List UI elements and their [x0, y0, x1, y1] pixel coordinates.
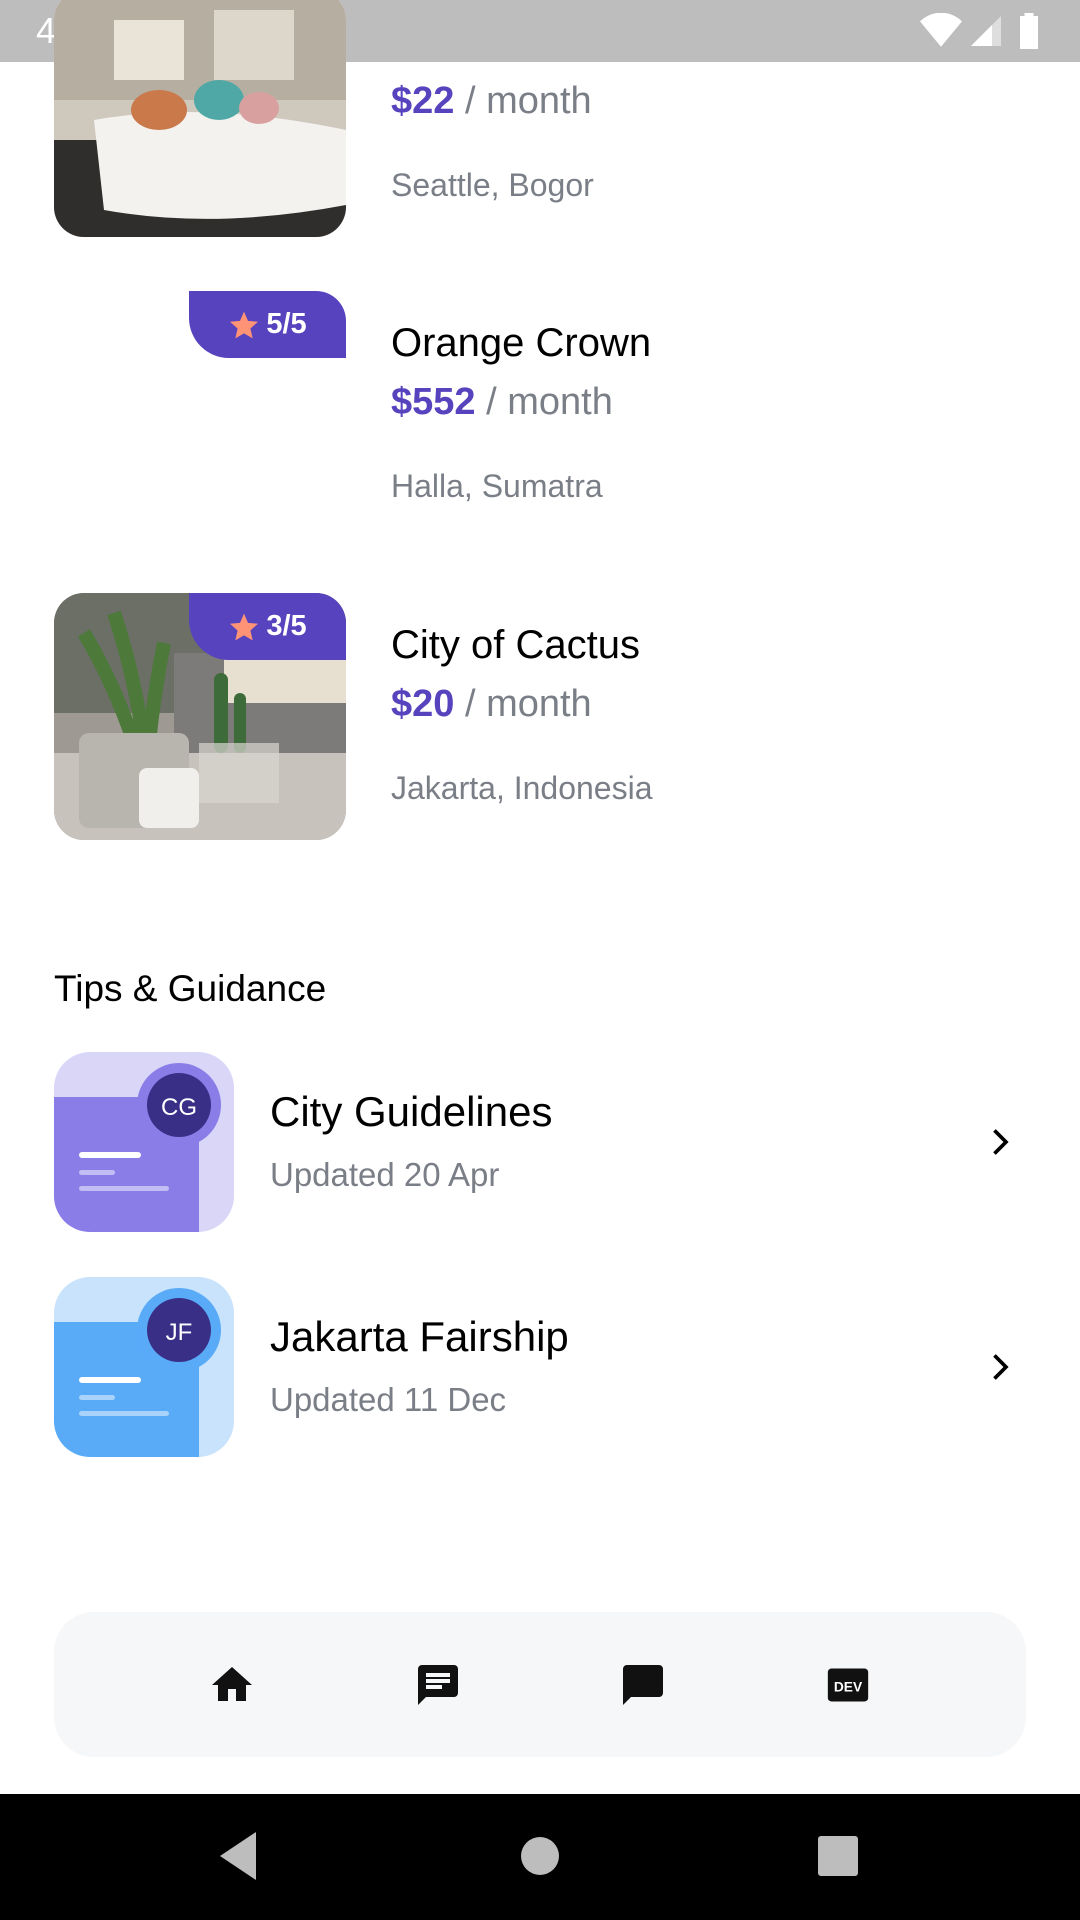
- tip-item-city-guidelines[interactable]: CG City Guidelines Updated 20 Apr: [54, 1052, 1034, 1232]
- document-icon: CG: [54, 1052, 234, 1232]
- tip-updated: Updated 20 Apr: [270, 1156, 500, 1193]
- listing-price: $552 / month: [391, 381, 613, 423]
- svg-text:DEV: DEV: [834, 1679, 863, 1694]
- nav-messages-button[interactable]: [413, 1660, 463, 1710]
- listing-item[interactable]: 3/5 City of Cactus $20 / month Jakarta, …: [54, 593, 1034, 843]
- tip-item-jakarta-fairship[interactable]: JF Jakarta Fairship Updated 11 Dec: [54, 1277, 1034, 1457]
- system-nav-bar: [0, 1794, 1080, 1920]
- listing-item[interactable]: $22 / month Seattle, Bogor: [54, 0, 1034, 240]
- chat-icon: [623, 1665, 663, 1705]
- tip-initials: JF: [166, 1319, 193, 1346]
- listing-name: Orange Crown: [391, 321, 652, 365]
- chevron-right-icon[interactable]: [980, 1345, 1024, 1389]
- tip-title: Jakarta Fairship: [270, 1313, 569, 1360]
- recents-icon[interactable]: [818, 1828, 858, 1884]
- home-icon: [212, 1667, 252, 1701]
- listing-location: Halla, Sumatra: [391, 468, 603, 504]
- listing-photo: 3/5: [54, 593, 346, 840]
- home-circle-icon[interactable]: [520, 1828, 560, 1884]
- listing-location: Jakarta, Indonesia: [391, 770, 653, 806]
- listing-item[interactable]: 5/5 Orange Crown $552 / month Halla, Sum…: [54, 291, 1034, 541]
- nav-chat-button[interactable]: [618, 1660, 668, 1710]
- listing-price: $20 / month: [391, 683, 592, 725]
- tip-initials: CG: [161, 1094, 197, 1121]
- tip-title: City Guidelines: [270, 1088, 553, 1135]
- star-icon: [230, 311, 259, 338]
- listing-location: Seattle, Bogor: [391, 167, 594, 203]
- nav-dev-button[interactable]: DEV: [823, 1660, 873, 1710]
- star-icon: [230, 613, 259, 640]
- listing-photo: [54, 0, 346, 237]
- back-icon[interactable]: [216, 1828, 260, 1884]
- rating-value: 3/5: [266, 610, 307, 642]
- listing-name: City of Cactus: [391, 623, 640, 667]
- nav-home-button[interactable]: [207, 1660, 257, 1710]
- listing-price: $22 / month: [391, 80, 592, 122]
- dev-icon: DEV: [827, 1668, 869, 1702]
- tip-updated: Updated 11 Dec: [270, 1381, 507, 1418]
- rating-badge: 5/5: [189, 291, 346, 358]
- message-icon: [418, 1665, 458, 1705]
- bottom-nav: DEV: [54, 1612, 1026, 1757]
- chevron-right-icon[interactable]: [980, 1120, 1024, 1164]
- listing-photo: 5/5: [54, 291, 346, 538]
- document-icon: JF: [54, 1277, 234, 1457]
- rating-value: 5/5: [266, 308, 307, 340]
- section-title: Tips & Guidance: [54, 968, 327, 1009]
- rating-badge: 3/5: [189, 593, 346, 660]
